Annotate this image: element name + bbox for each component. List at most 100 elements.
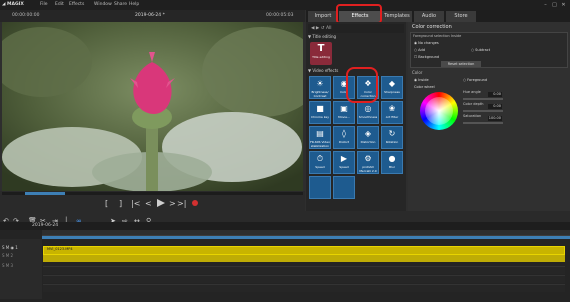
next-frame-icon: >| [177,199,186,208]
mode-foreground[interactable]: ○ Foreground [463,78,487,82]
tile-movie[interactable]: ▣ Movie... [333,101,355,124]
empty-track-1[interactable] [43,266,565,274]
preview-header: 00:00:00:00 2019-06-24 * 00:00:05:03 [0,10,305,22]
menu-share[interactable]: Share [114,0,127,10]
tile-sharpness[interactable]: ◆ Sharpness [381,76,403,99]
preview-title: 2019-06-24 * [135,13,165,18]
art-filter-icon: ❀ [388,104,396,113]
speed-alt-icon: ▶ [340,154,348,163]
rotation-icon: ↻ [388,129,396,138]
minimize-icon[interactable]: – [542,2,549,9]
mode-inside[interactable]: ◉ Inside [414,78,429,82]
slider-depth-track[interactable] [463,110,503,112]
tile-distort[interactable]: ◊ Distort [333,126,355,149]
slider-saturation-value[interactable]: 100.00 [488,116,502,121]
selection-box: Foreground selection Inside ◉ No changes… [410,32,568,68]
tile-brightness[interactable]: ☀ Brightness/ Contrast [309,76,331,99]
track-headers: S M ◉ 1 S M 2 S M 3 [0,239,42,299]
tile-mercalli[interactable]: ⚙ proDAD Mercalli 2.0 [357,151,379,174]
video-clip-label: MVI_0123.MP4 [47,247,73,251]
menu-window[interactable]: Window [94,0,112,10]
stabilization-icon: ▤ [316,129,324,138]
empty-track-2[interactable] [43,275,565,283]
record-icon [192,200,198,206]
play-icon [157,199,165,207]
transport-icons: [ ] |< < > >| [105,199,198,208]
rewind-icon: < [145,199,152,208]
tab-import[interactable]: Import [308,11,338,22]
opt-subtract[interactable]: ○ Subtract [471,48,490,52]
tab-store[interactable]: Store [446,11,476,22]
preview-time-left: 00:00:00:00 [12,13,40,18]
chroma-key-icon: ■ [316,104,324,113]
color-wheel-label: Color wheel [414,85,435,89]
speed-icon: ⏱ [316,154,324,163]
section-title-editing: ▼ Title editing [308,34,337,39]
tab-audio[interactable]: Audio [414,11,444,22]
preview-time-right: 00:00:05:03 [266,13,294,18]
video-clip[interactable]: MVI_0123.MP4 [43,246,565,255]
tile-distortion[interactable]: ◈ Distortion [357,126,379,149]
tile-rotation[interactable]: ↻ Rotation [381,126,403,149]
highlight-effects-tab [336,4,382,24]
selection-mode-label: Foreground selection Inside [413,34,462,38]
tile-chroma-key[interactable]: ■ Chroma key [309,101,331,124]
effects-nav: ◀ ▶ ↺ All [308,24,404,33]
color-correction-settings: Color correction Foreground selection In… [408,22,570,212]
slider-depth-value[interactable]: 0.00 [488,104,502,109]
tab-templates[interactable]: Templates [382,11,412,22]
opt-no-changes[interactable]: ◉ No changes [414,41,439,45]
menu-edit[interactable]: Edit [55,0,64,10]
section-video-effects: ▼ Video effects [308,68,339,73]
app-window: ◢ MAGIX File Edit Effects Window Share H… [0,0,570,302]
track-3-controls[interactable]: S M 3 [2,263,13,268]
forward-icon: > [169,199,176,208]
menu-bar: ◢ MAGIX File Edit Effects Window Share H… [0,0,570,10]
tile-art-filter[interactable]: ❀ Art filter [381,101,403,124]
tile-speed-a[interactable]: ⏱ Speed [309,151,331,174]
edit-toolbar: ↶ ↷ 🗑 ✂ ⇥ │ ∞ ➤ ⇨ ↔ ⚲ [0,211,570,225]
distort-icon: ◊ [342,129,346,138]
tile-blur[interactable]: ● Blur [381,151,403,174]
track-1-controls[interactable]: S M ◉ 1 [2,245,18,250]
tile-stabilization[interactable]: ▤ FR-60S Video stabilization [309,126,331,149]
brightness-icon: ☀ [316,79,324,88]
menu-help[interactable]: Help [129,0,139,10]
blur-icon: ● [388,154,396,163]
maximize-icon[interactable]: □ [551,2,558,9]
tile-speed-b[interactable]: ▶ Speed [333,151,355,174]
color-wheel[interactable] [420,92,458,130]
effects-panel: ◀ ▶ ↺ All ▼ Title editing T Title editin… [306,22,406,212]
slider-saturation-track[interactable] [463,122,503,124]
slider-hue-track[interactable] [463,98,503,100]
title-editing-tile[interactable]: T Title editing [310,42,332,65]
opt-background[interactable]: ☐ Background [414,55,439,59]
timeline-range-bar[interactable] [42,236,570,239]
app-logo: ◢ MAGIX [2,2,24,7]
audio-clip[interactable] [43,255,565,262]
settings-title: Color correction [412,24,452,30]
empty-track-3[interactable] [43,284,565,292]
menu-effects[interactable]: Effects [69,0,84,10]
tile-extra-1[interactable] [309,176,331,199]
video-preview[interactable] [2,22,303,191]
opt-add[interactable]: ○ Add [414,48,425,52]
reset-selection-button[interactable]: Reset selection [441,61,481,67]
tile-smoothness[interactable]: ◎ Smoothness [357,101,379,124]
track-2-controls[interactable]: S M 2 [2,253,13,258]
media-pool-tabs: Import Effects Templates Audio Store [306,4,570,24]
menu-file[interactable]: File [40,0,48,10]
slider-depth-label: Color depth [463,102,484,106]
color-section-label: Color [412,70,423,75]
sharpness-icon: ◆ [388,79,396,88]
close-icon[interactable]: ✕ [560,2,567,9]
prev-frame-icon: |< [131,199,140,208]
smoothness-icon: ◎ [364,104,372,113]
slider-hue-value[interactable]: 0.00 [488,92,502,97]
mercalli-icon: ⚙ [364,154,372,163]
timeline-date: 2019-06-24 [32,223,59,228]
slider-hue-label: Hue angle [463,90,481,94]
color-wheel-center [425,97,453,125]
distortion-icon: ◈ [364,129,372,138]
tile-extra-2[interactable] [333,176,355,199]
